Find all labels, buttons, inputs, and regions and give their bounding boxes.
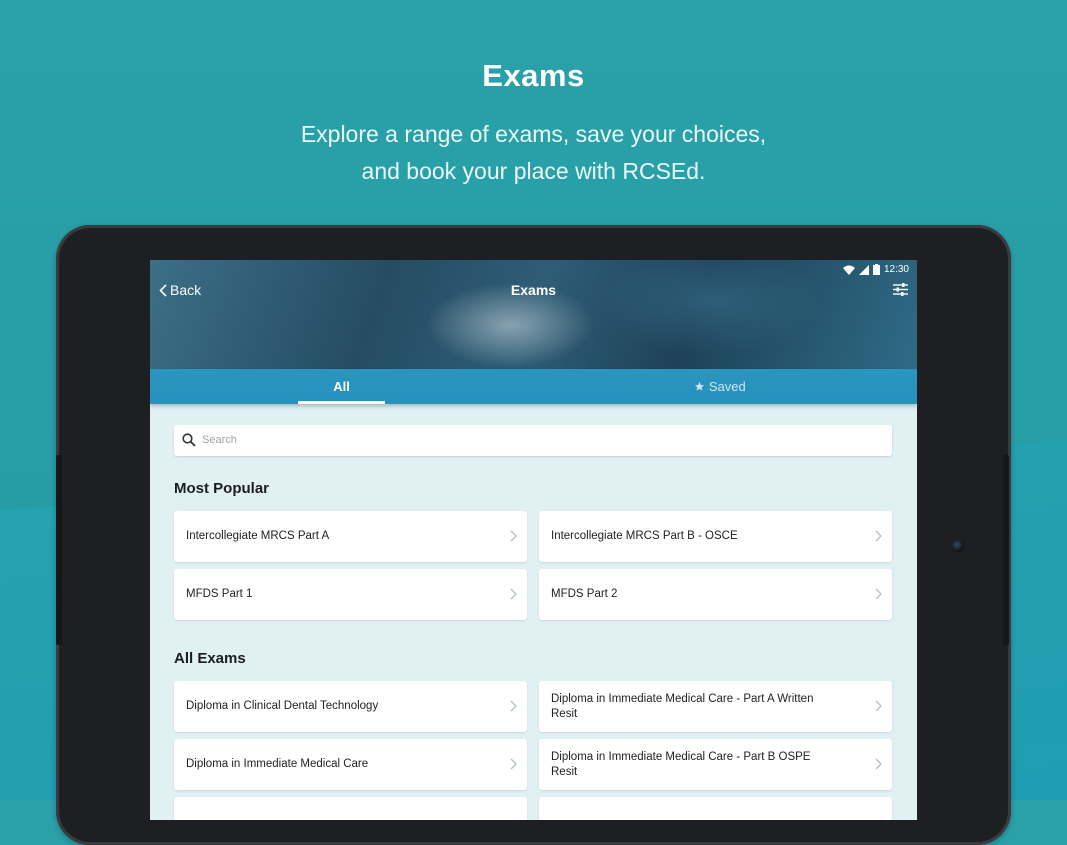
battery-icon	[872, 264, 880, 275]
exam-card-label: Diploma in Immediate Medical Care - Part…	[551, 692, 814, 720]
star-icon	[695, 381, 705, 391]
exam-card[interactable]: Diploma in Immediate Medical Care - Part…	[539, 681, 892, 732]
chevron-right-icon	[875, 530, 882, 542]
status-time: 12:30	[883, 264, 909, 275]
exam-card[interactable]: MFDS Part 2	[539, 569, 892, 620]
header-hero-image: 12:30 Back Exams	[150, 260, 917, 370]
chevron-right-icon	[875, 588, 882, 600]
exam-card-label: Intercollegiate MRCS Part B - OSCE	[551, 530, 738, 542]
wifi-icon	[842, 265, 855, 275]
exam-card-partial[interactable]	[174, 797, 527, 820]
exam-card[interactable]: MFDS Part 1	[174, 569, 527, 620]
exam-card-label: Intercollegiate MRCS Part A	[186, 530, 330, 542]
status-bar: 12:30	[842, 264, 909, 275]
active-tab-indicator	[298, 401, 385, 404]
tab-bar: All Saved	[150, 369, 917, 404]
exam-card-label: Diploma in Immediate Medical Care - Part…	[551, 750, 811, 778]
promo-subtitle-line-2: and book your place with RCSEd.	[361, 158, 706, 184]
tab-saved-label: Saved	[708, 379, 746, 394]
search-icon	[182, 433, 196, 447]
exam-card[interactable]: Diploma in Clinical Dental Technology	[174, 681, 527, 732]
exam-card-label: MFDS Part 1	[186, 588, 253, 600]
chevron-right-icon	[510, 758, 517, 770]
exam-card-label: Diploma in Immediate Medical Care	[186, 758, 369, 770]
section-title-most-popular: Most Popular	[174, 480, 270, 497]
filter-button[interactable]	[893, 283, 908, 301]
exam-card[interactable]: Diploma in Immediate Medical Care	[174, 739, 527, 790]
promo-title: Exams	[482, 58, 585, 93]
search-placeholder: Search	[202, 434, 237, 446]
promo-subtitle-line-1: Explore a range of exams, save your choi…	[300, 121, 767, 147]
exam-card[interactable]: Diploma in Immediate Medical Care - Part…	[539, 739, 892, 790]
tablet-side-button	[1003, 455, 1009, 645]
app-screen: 12:30 Back Exams All Saved Search Most P…	[150, 260, 917, 820]
chevron-right-icon	[510, 530, 517, 542]
signal-icon	[858, 264, 869, 275]
tab-saved[interactable]: Saved	[660, 369, 780, 404]
search-input[interactable]: Search	[174, 425, 892, 456]
front-camera	[952, 540, 964, 552]
sliders-icon	[893, 283, 908, 296]
page-title: Exams	[510, 282, 557, 298]
exam-card[interactable]: Intercollegiate MRCS Part A	[174, 511, 527, 562]
chevron-right-icon	[510, 700, 517, 712]
navbar: Back Exams	[150, 280, 917, 302]
chevron-right-icon	[875, 700, 882, 712]
exam-card-label: MFDS Part 2	[551, 588, 618, 600]
exam-card-label: Diploma in Clinical Dental Technology	[186, 700, 379, 712]
exam-card[interactable]: Intercollegiate MRCS Part B - OSCE	[539, 511, 892, 562]
tab-all[interactable]: All	[298, 369, 385, 404]
chevron-right-icon	[875, 758, 882, 770]
exam-card-partial[interactable]	[539, 797, 892, 820]
section-title-all-exams: All Exams	[174, 650, 246, 667]
promo-subtitle: Explore a range of exams, save your choi…	[0, 116, 1067, 190]
chevron-right-icon	[510, 588, 517, 600]
tablet-side-button	[56, 455, 62, 645]
